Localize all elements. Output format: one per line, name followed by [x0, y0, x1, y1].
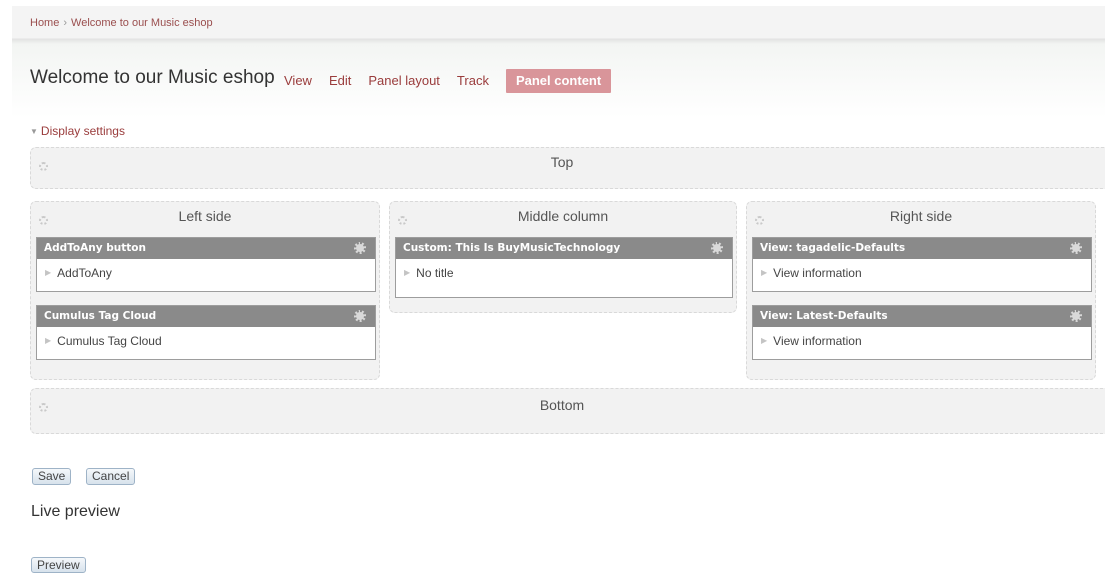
triangle-down-icon: ▼ [30, 127, 38, 136]
breadcrumb: Home › Welcome to our Music eshop [30, 17, 213, 29]
triangle-right-icon: ▶ [761, 336, 768, 345]
tabs: View Edit Panel layout Track Panel conte… [284, 69, 612, 93]
pane-header[interactable]: AddToAny button [37, 238, 375, 259]
breadcrumb-current-link[interactable]: Welcome to our Music eshop [71, 17, 213, 29]
gear-icon[interactable] [711, 242, 723, 254]
region-bottom: Bottom [30, 388, 1105, 434]
save-button[interactable]: Save [32, 468, 72, 485]
pane-body-label: View information [773, 334, 862, 348]
display-settings-label: Display settings [40, 124, 125, 138]
triangle-right-icon: ▶ [45, 336, 52, 345]
triangle-right-icon: ▶ [761, 268, 768, 277]
triangle-right-icon: ▶ [404, 268, 411, 277]
region-bottom-title: Bottom [539, 397, 585, 413]
pane-tagadelic-defaults: View: tagadelic-Defaults ▶ View informati… [752, 237, 1092, 292]
pane-body-label: Cumulus Tag Cloud [57, 334, 162, 348]
tab-panel-layout[interactable]: Panel layout [368, 69, 440, 93]
pane-latest-defaults: View: Latest-Defaults ▶ View information [752, 305, 1092, 360]
pane-title: Cumulus Tag Cloud [44, 310, 157, 322]
triangle-right-icon: ▶ [45, 268, 52, 277]
pane-body[interactable]: ▶ AddToAny [37, 259, 375, 288]
gear-icon[interactable] [354, 310, 366, 322]
tab-view[interactable]: View [284, 69, 312, 93]
pane-title: AddToAny button [44, 242, 146, 254]
pane-header[interactable]: Custom: This Is BuyMusicTechnology [396, 238, 732, 259]
region-right: Right side View: tagadelic-Defaults ▶ Vie… [746, 201, 1096, 380]
pane-body[interactable]: ▶ View information [753, 259, 1091, 288]
pane-addtoany: AddToAny button ▶ AddToAny [36, 237, 376, 292]
region-left: Left side AddToAny button ▶ AddToAny Cumu… [30, 201, 380, 380]
pane-body-label: No title [416, 266, 454, 280]
pane-title: View: tagadelic-Defaults [760, 242, 906, 254]
gear-icon[interactable] [1070, 310, 1082, 322]
pane-title: Custom: This Is BuyMusicTechnology [403, 242, 621, 254]
pane-body[interactable]: ▶ View information [753, 327, 1091, 356]
pane-body[interactable]: ▶ Cumulus Tag Cloud [37, 327, 375, 356]
gear-icon[interactable] [354, 242, 366, 254]
live-preview-heading: Live preview [31, 503, 120, 520]
region-middle-title: Middle column [517, 208, 609, 224]
region-right-title: Right side [889, 208, 953, 224]
pane-custom-buymusictechnology: Custom: This Is BuyMusicTechnology ▶ No t… [395, 237, 733, 298]
gear-icon[interactable] [1070, 242, 1082, 254]
cancel-button[interactable]: Cancel [86, 468, 136, 485]
page-title: Welcome to our Music eshop [30, 67, 275, 88]
pane-body-label: AddToAny [57, 266, 112, 280]
region-top-title: Top [550, 154, 574, 170]
pane-header[interactable]: Cumulus Tag Cloud [37, 306, 375, 327]
region-middle: Middle column Custom: This Is BuyMusicTe… [389, 201, 737, 313]
region-left-title: Left side [178, 208, 232, 224]
breadcrumb-home-link[interactable]: Home [30, 17, 59, 29]
display-settings-toggle[interactable]: ▼ Display settings [30, 124, 125, 138]
breadcrumb-separator: › [63, 17, 68, 29]
pane-cumulus-tag-cloud: Cumulus Tag Cloud ▶ Cumulus Tag Cloud [36, 305, 376, 360]
pane-title: View: Latest-Defaults [760, 310, 888, 322]
tab-edit[interactable]: Edit [329, 69, 351, 93]
tab-track[interactable]: Track [457, 69, 489, 93]
region-top: Top [30, 147, 1105, 189]
pane-body-label: View information [773, 266, 862, 280]
tab-panel-content[interactable]: Panel content [505, 69, 612, 93]
pane-header[interactable]: View: tagadelic-Defaults [753, 238, 1091, 259]
pane-header[interactable]: View: Latest-Defaults [753, 306, 1091, 327]
pane-body[interactable]: ▶ No title [396, 259, 732, 288]
